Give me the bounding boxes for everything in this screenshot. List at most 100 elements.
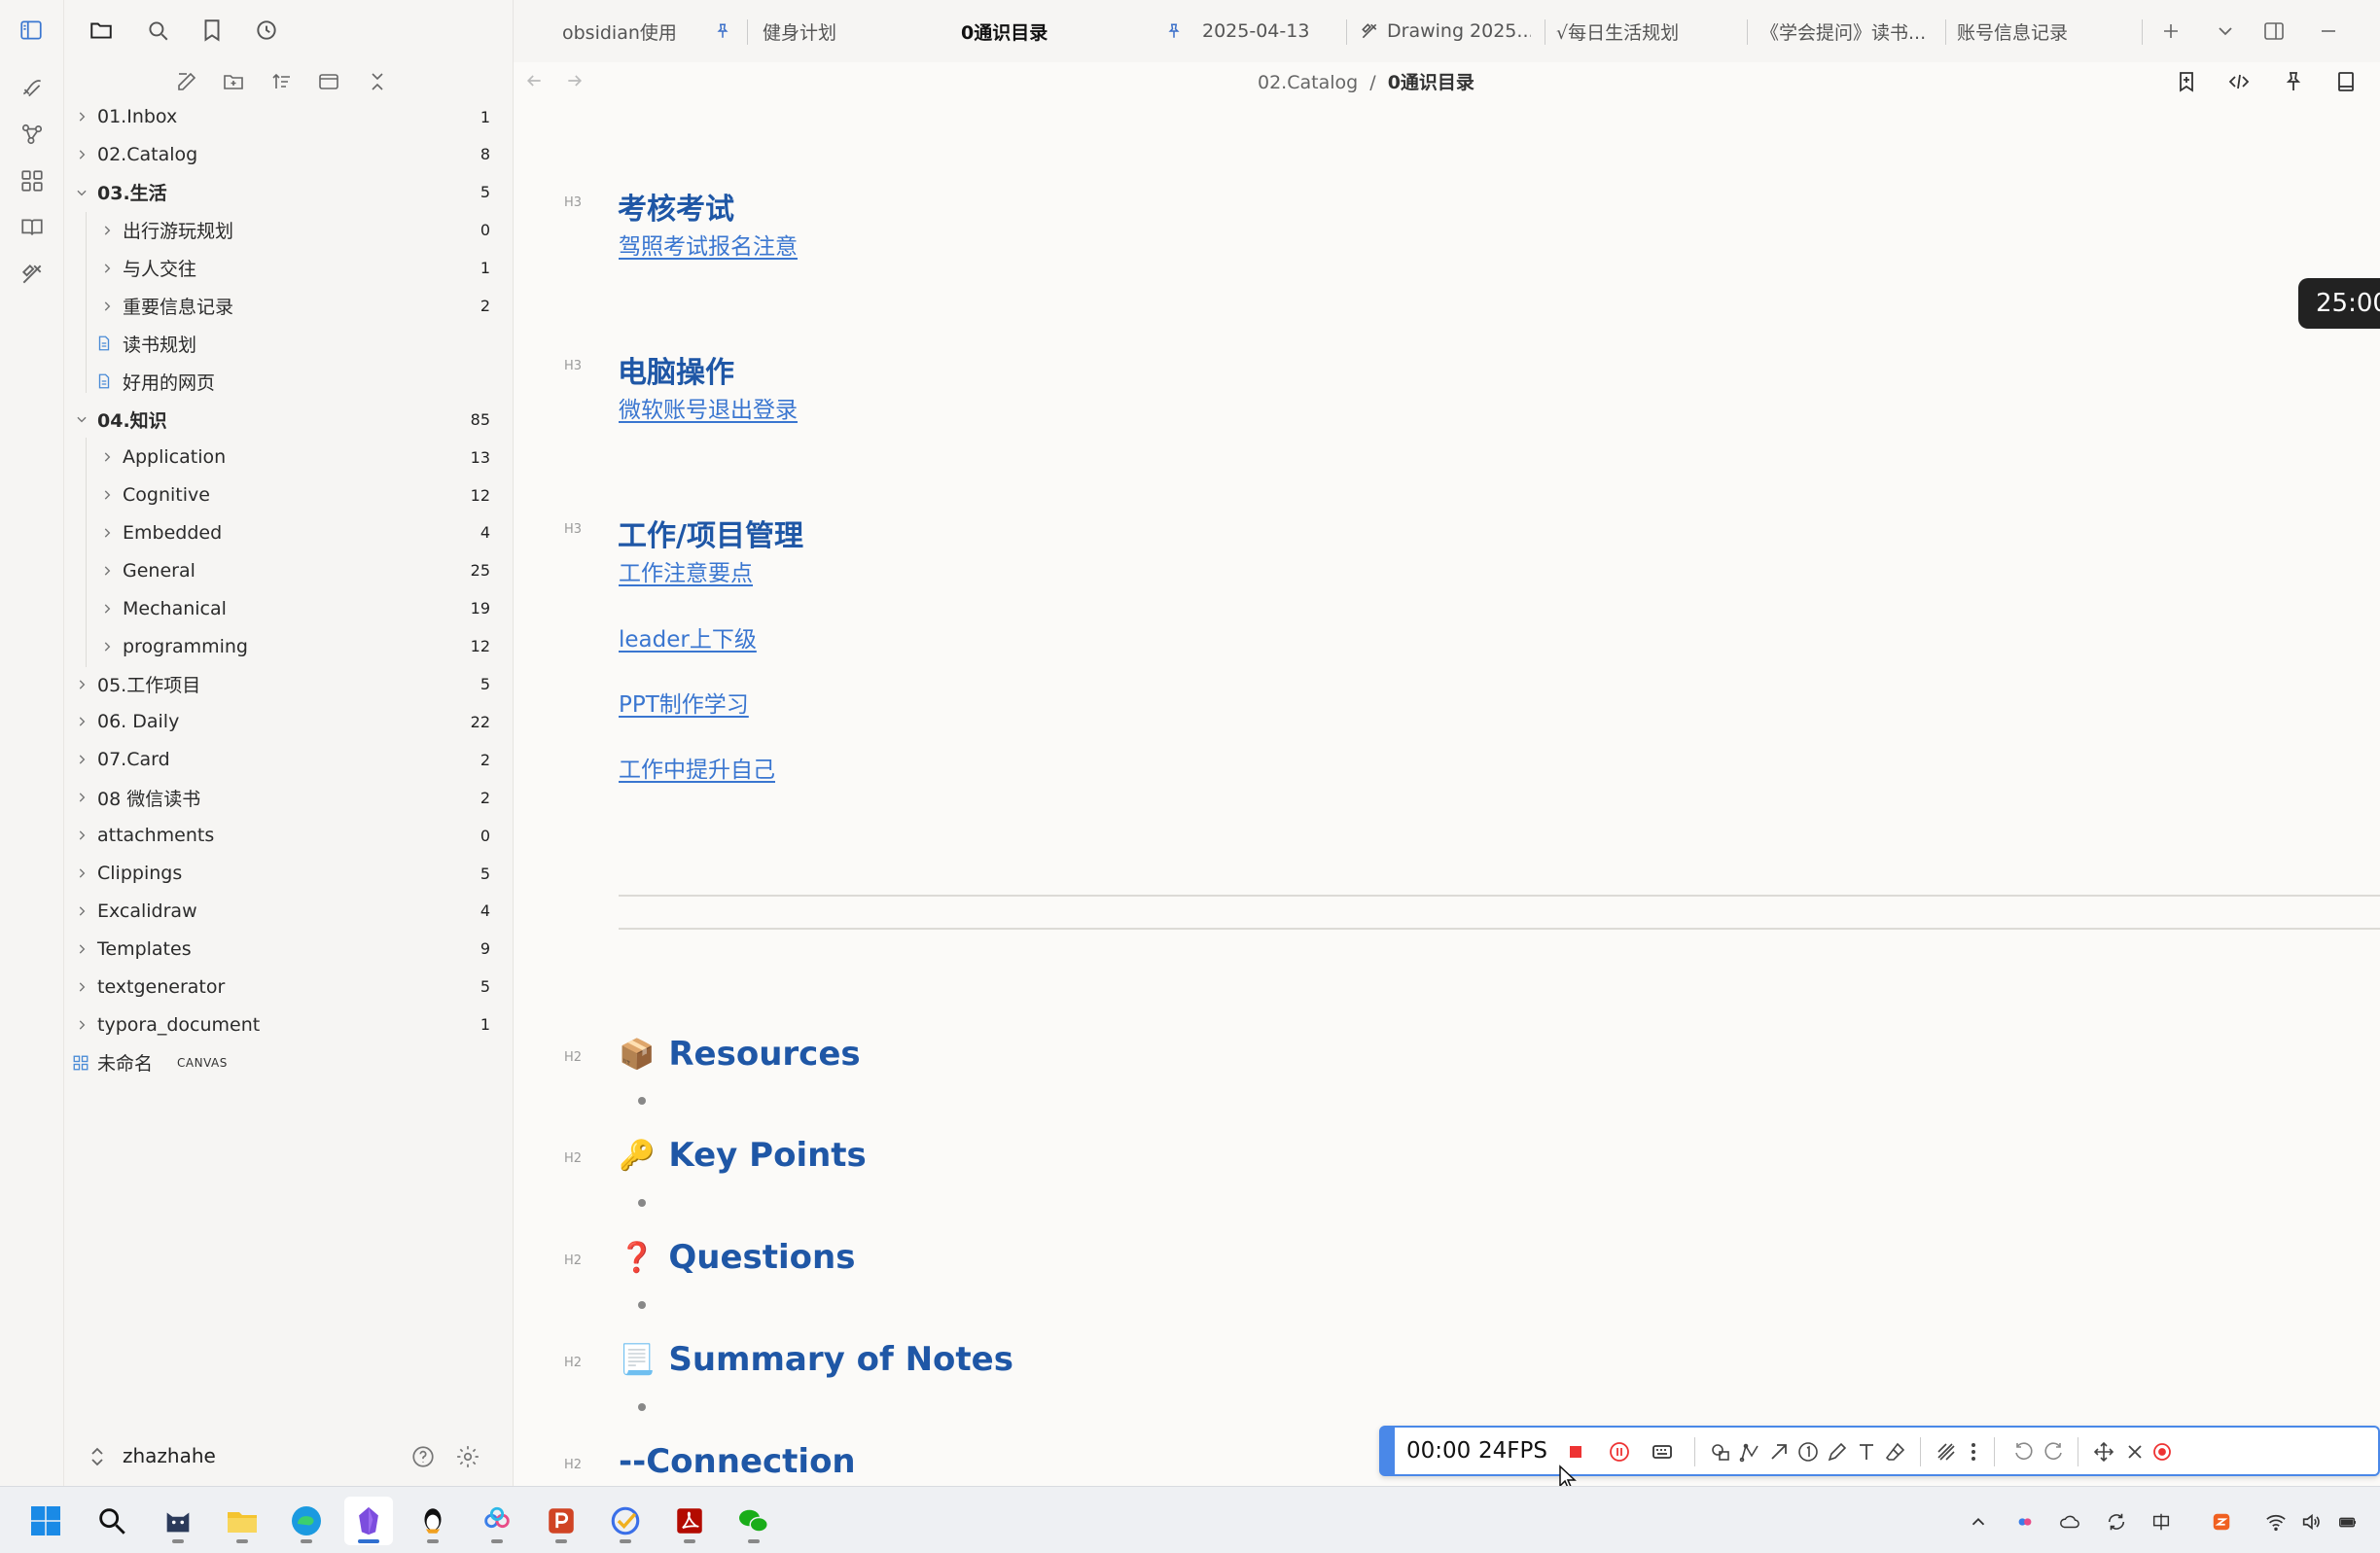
chevron-right-icon[interactable]	[97, 447, 117, 467]
bookmark-icon[interactable]	[195, 13, 230, 48]
new-note-icon[interactable]	[169, 64, 204, 99]
tree-folder[interactable]: attachments 0	[64, 817, 514, 854]
tray-netdisk-icon[interactable]	[2011, 1508, 2039, 1535]
tab-list-chevron-icon[interactable]	[2208, 14, 2243, 49]
chevron-down-icon[interactable]	[72, 409, 91, 429]
tree-folder[interactable]: Excalidraw 4	[64, 893, 514, 930]
tick-tick-icon[interactable]	[601, 1497, 650, 1545]
file-explorer-icon[interactable]	[218, 1497, 266, 1545]
arrow-tool-icon[interactable]	[1764, 1437, 1794, 1466]
chevron-right-icon[interactable]	[72, 145, 91, 164]
chevron-right-icon[interactable]	[97, 221, 117, 240]
battery-icon[interactable]	[2334, 1508, 2362, 1535]
pin-note-icon[interactable]	[2278, 66, 2309, 97]
tab-accounts[interactable]: 账号信息记录	[1957, 12, 2103, 51]
powerpoint-icon[interactable]	[537, 1497, 586, 1545]
tree-folder[interactable]: 07.Card 2	[64, 741, 514, 778]
tray-sogou-icon[interactable]	[2208, 1508, 2235, 1535]
chevron-right-icon[interactable]	[72, 826, 91, 845]
vault-switcher[interactable]: zhazhahe	[64, 1437, 514, 1476]
toggle-sidebar-icon[interactable]	[14, 13, 49, 48]
minimize-icon[interactable]	[2311, 14, 2346, 49]
back-arrow-icon[interactable]	[519, 66, 549, 95]
breadcrumb-parent[interactable]: 02.Catalog	[1258, 72, 1358, 93]
chevron-right-icon[interactable]	[72, 1015, 91, 1035]
tab-catalog[interactable]: 0通识目录	[961, 12, 1126, 51]
chevron-down-icon[interactable]	[72, 183, 91, 202]
forward-arrow-icon[interactable]	[560, 66, 589, 95]
chevron-right-icon[interactable]	[72, 788, 91, 807]
chevron-right-icon[interactable]	[72, 939, 91, 959]
breadcrumb-current[interactable]: 0通识目录	[1388, 72, 1474, 93]
tree-folder[interactable]: 03.生活 5	[64, 174, 514, 211]
new-tab-icon[interactable]	[2153, 14, 2188, 49]
more-options-icon[interactable]	[1959, 1437, 1988, 1466]
start-menu-icon[interactable]	[21, 1497, 70, 1545]
volume-icon[interactable]	[2297, 1508, 2325, 1535]
internal-link[interactable]: leader上下级	[619, 620, 757, 653]
tree-folder[interactable]: Application 13	[64, 439, 514, 476]
tray-overflow-chevron-icon[interactable]	[1965, 1508, 1992, 1535]
internal-link[interactable]: 驾照考试报名注意	[619, 228, 798, 261]
tree-folder[interactable]: programming 12	[64, 628, 514, 665]
tree-folder[interactable]: Mechanical 19	[64, 590, 514, 627]
qq-icon[interactable]	[409, 1497, 457, 1545]
tab-fitness[interactable]: 健身计划	[763, 12, 908, 51]
drag-handle[interactable]	[1381, 1428, 1395, 1474]
pin-icon[interactable]	[1165, 12, 1185, 51]
taskbar-search-icon[interactable]	[88, 1497, 136, 1545]
polyline-tool-icon[interactable]	[1735, 1437, 1764, 1466]
mosaic-tool-icon[interactable]	[1932, 1437, 1961, 1466]
tree-folder[interactable]: 01.Inbox 1	[64, 98, 514, 135]
text-tool-icon[interactable]	[1852, 1437, 1881, 1466]
tree-folder[interactable]: 02.Catalog 8	[64, 136, 514, 173]
sort-icon[interactable]	[265, 64, 300, 99]
new-folder-icon[interactable]	[216, 64, 251, 99]
redo-icon[interactable]	[2039, 1437, 2068, 1466]
tray-onedrive-icon[interactable]	[2056, 1508, 2083, 1535]
tree-folder[interactable]: Cognitive 12	[64, 476, 514, 513]
wifi-icon[interactable]	[2262, 1508, 2290, 1535]
tray-input-method-icon[interactable]	[2148, 1508, 2175, 1535]
tree-folder[interactable]: textgenerator 5	[64, 969, 514, 1006]
chevron-right-icon[interactable]	[97, 523, 117, 543]
source-mode-icon[interactable]	[2223, 66, 2255, 97]
tray-sync-icon[interactable]	[2103, 1508, 2130, 1535]
bookmark-add-icon[interactable]	[2171, 66, 2202, 97]
tree-file[interactable]: 读书规划	[64, 325, 514, 362]
tree-folder[interactable]: 08 微信读书 2	[64, 779, 514, 816]
chevron-right-icon[interactable]	[97, 637, 117, 656]
excalidraw-icon[interactable]	[15, 70, 50, 105]
tree-folder[interactable]: 与人交往 1	[64, 250, 514, 287]
close-icon[interactable]	[2120, 1437, 2149, 1466]
chevron-right-icon[interactable]	[97, 561, 117, 581]
collapse-all-icon[interactable]	[360, 64, 395, 99]
pause-icon[interactable]	[1605, 1437, 1634, 1466]
tab-drawing[interactable]: Drawing 2025...	[1387, 12, 1531, 51]
tree-folder[interactable]: Templates 9	[64, 931, 514, 968]
record-restart-icon[interactable]	[2148, 1437, 2177, 1466]
internal-link[interactable]: 工作注意要点	[619, 554, 753, 587]
tab-obsidian[interactable]: obsidian使用	[562, 12, 708, 51]
number-marker-icon[interactable]	[1794, 1437, 1823, 1466]
chevron-right-icon[interactable]	[72, 712, 91, 731]
tab-reading-notes[interactable]: 《学会提问》读书...	[1760, 12, 1945, 51]
chevron-right-icon[interactable]	[72, 864, 91, 883]
internal-link[interactable]: 微软账号退出登录	[619, 391, 798, 424]
wechat-icon[interactable]	[729, 1497, 778, 1545]
chevron-right-icon[interactable]	[72, 750, 91, 769]
obsidian-icon[interactable]	[344, 1497, 393, 1545]
settings-gear-icon[interactable]	[455, 1444, 480, 1469]
baidu-netdisk-icon[interactable]	[473, 1497, 521, 1545]
auto-reveal-icon[interactable]	[311, 64, 346, 99]
cat-app-icon[interactable]	[154, 1497, 202, 1545]
tree-folder[interactable]: 04.知识 85	[64, 401, 514, 438]
internal-link[interactable]: 工作中提升自己	[619, 751, 775, 784]
edge-browser-icon[interactable]	[282, 1497, 331, 1545]
canvas-icon[interactable]	[15, 163, 50, 198]
chevron-right-icon[interactable]	[72, 675, 91, 694]
tab-daily[interactable]: 2025-04-13	[1202, 12, 1358, 51]
chevron-right-icon[interactable]	[97, 485, 117, 505]
chevron-right-icon[interactable]	[97, 599, 117, 618]
move-icon[interactable]	[2089, 1437, 2118, 1466]
